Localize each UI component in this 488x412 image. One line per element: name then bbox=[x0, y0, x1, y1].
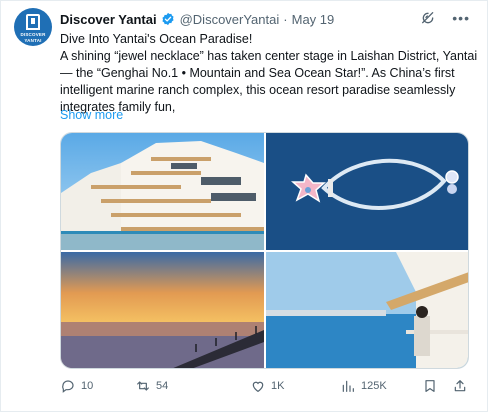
reply-count: 10 bbox=[81, 380, 94, 392]
user-handle[interactable]: @DiscoverYantai bbox=[180, 12, 280, 27]
verified-badge-icon bbox=[162, 12, 174, 26]
repost-count: 54 bbox=[156, 380, 169, 392]
post-date[interactable]: May 19 bbox=[292, 12, 335, 27]
tweet-header: Discover Yantai @DiscoverYantai · May 19 bbox=[60, 10, 334, 28]
tweet-text: Dive Into Yantai's Ocean Paradise! A shi… bbox=[60, 31, 480, 116]
bookmark-icon bbox=[425, 380, 435, 392]
views-action[interactable]: 125K bbox=[340, 378, 387, 394]
reply-icon bbox=[62, 380, 74, 393]
avatar-text-discover: DISCOVER bbox=[20, 32, 46, 37]
like-count: 1K bbox=[271, 380, 285, 392]
separator-dot: · bbox=[283, 11, 288, 27]
show-more-link[interactable]: Show more bbox=[60, 108, 123, 122]
display-name[interactable]: Discover Yantai bbox=[60, 12, 157, 27]
share-action[interactable] bbox=[452, 378, 473, 394]
tweet-actions: 10 54 1K 125K bbox=[60, 378, 480, 396]
tweet-title-line: Dive Into Yantai's Ocean Paradise! bbox=[60, 32, 253, 46]
photo-ocean-star-aerial[interactable] bbox=[266, 133, 468, 250]
photo-cruise-ship[interactable] bbox=[61, 133, 264, 250]
top-right-controls: ••• bbox=[420, 10, 470, 26]
views-count: 125K bbox=[361, 380, 387, 392]
media-grid bbox=[60, 132, 469, 369]
bookmark-action[interactable] bbox=[422, 378, 443, 394]
more-icon[interactable]: ••• bbox=[452, 10, 470, 26]
photo-sunset-pier[interactable] bbox=[61, 252, 264, 368]
like-action[interactable]: 1K bbox=[250, 378, 284, 394]
grok-icon[interactable] bbox=[420, 10, 436, 26]
avatar[interactable]: DISCOVER YANTAI bbox=[14, 8, 52, 46]
tweet-body: A shining “jewel necklace” has taken cen… bbox=[60, 49, 478, 114]
like-icon bbox=[252, 381, 264, 393]
avatar-text-yantai: YANTAI bbox=[24, 38, 42, 43]
reply-action[interactable]: 10 bbox=[60, 378, 93, 394]
share-icon bbox=[454, 380, 466, 392]
views-icon bbox=[342, 380, 354, 392]
lighthouse-logo-icon bbox=[26, 14, 40, 30]
repost-action[interactable]: 54 bbox=[135, 378, 168, 394]
repost-icon bbox=[137, 381, 149, 391]
photo-balcony-sea-view[interactable] bbox=[266, 252, 468, 368]
